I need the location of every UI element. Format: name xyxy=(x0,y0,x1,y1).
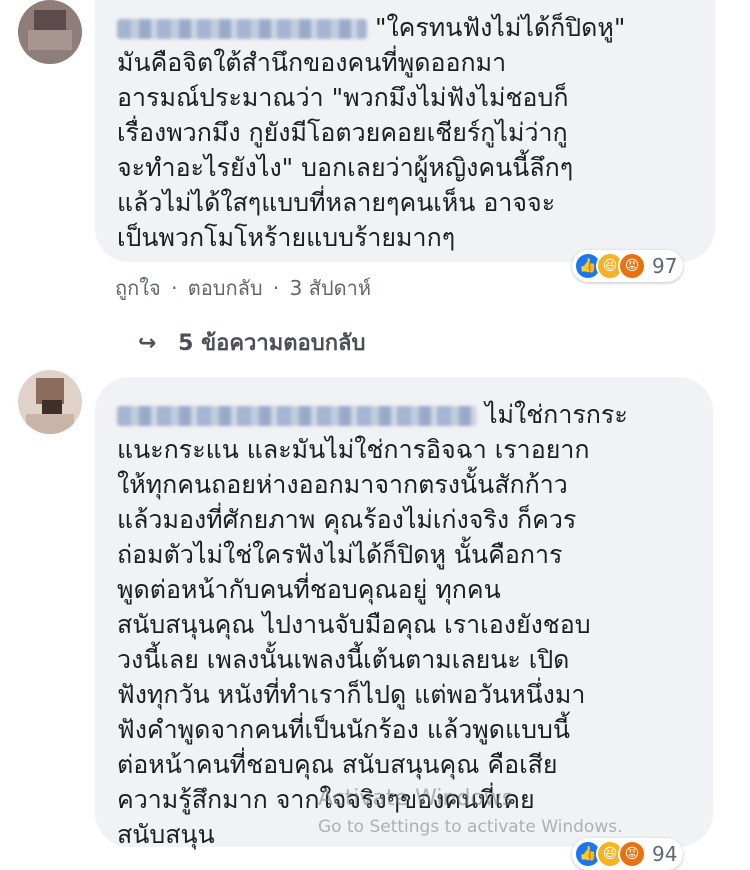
like-link[interactable]: ถูกใจ xyxy=(115,276,161,300)
comment-bubble: "ใครทนฟังไม่ได้ก็ปิดหู" มันคือจิตใต้สำนึ… xyxy=(95,0,715,262)
comment-line: จะทำอะไรยังไง" บอกเลยว่าผู้หญิงคนนี้ลึกๆ xyxy=(117,153,574,182)
reaction-summary[interactable]: 👍 😆 😡 97 xyxy=(572,250,684,282)
watermark-title: Activate Windows xyxy=(318,786,514,811)
reply-arrow-icon: ↪ xyxy=(138,331,157,356)
comment-line: แล้วไม่ได้ใสๆแบบที่หลายๆคนเห็น อาจจะ xyxy=(117,188,556,217)
comment-line: ฟังทุกวัน หนังที่ทำเราก็ไปดู แต่พอวันหนึ… xyxy=(117,680,586,709)
reaction-count: 94 xyxy=(652,842,678,866)
comment-line: อารมณ์ประมาณว่า "พวกมึงไม่ฟังไม่ชอบก็ xyxy=(117,83,569,112)
comment-bubble: ไม่ใช่การกระ แนะกระแน และมันไม่ใช่การอิจ… xyxy=(95,377,713,849)
avatar[interactable] xyxy=(18,370,82,434)
view-replies-link[interactable]: ↪ 5 ข้อความตอบกลับ xyxy=(138,325,366,360)
comment-line: สนับสนุนคุณ ไปงานจับมือคุณ เราเองยังชอบ xyxy=(117,610,591,639)
comment-line: ต่อหน้าคนที่ชอบคุณ สนับสนุนคุณ คือเสีย xyxy=(117,750,558,779)
comment-actions: ถูกใจ · ตอบกลับ · 3 สัปดาห์ xyxy=(115,276,372,300)
reply-link[interactable]: ตอบกลับ xyxy=(188,276,263,300)
timestamp[interactable]: 3 สัปดาห์ xyxy=(290,276,371,300)
reaction-summary[interactable]: 👍 😆 😡 94 xyxy=(572,838,684,870)
quote-text: "ใครทนฟังไม่ได้ก็ปิดหู" xyxy=(374,13,626,42)
angry-reaction-icon: 😡 xyxy=(618,840,646,868)
comment-line: ฟังคำพูดจากคนที่เป็นนักร้อง แล้วพูดแบบนี… xyxy=(117,715,570,744)
comment-line: ถ่อมตัวไม่ใช่ใครฟังไม่ได้ก็ปิดหู นั้นคือ… xyxy=(117,540,563,569)
replies-label: 5 ข้อความตอบกลับ xyxy=(178,331,366,356)
commenter-name[interactable] xyxy=(117,19,367,39)
angry-reaction-icon: 😡 xyxy=(618,252,646,280)
comment-line: แนะกระแน และมันไม่ใช่การอิจฉา เราอยาก xyxy=(117,435,590,464)
comment-line: พูดต่อหน้ากับคนที่ชอบคุณอยู่ ทุกคน xyxy=(117,575,501,604)
comment-line: ไม่ใช่การกระ xyxy=(484,400,628,429)
commenter-name[interactable] xyxy=(117,406,477,426)
comment-line: แล้วมองที่ศักยภาพ คุณร้องไม่เก่งจริง ก็ค… xyxy=(117,505,577,534)
reaction-count: 97 xyxy=(652,254,678,278)
comment-line: วงนี้เลย เพลงนั้นเพลงนี้เต้นตามเลยนะ เปิ… xyxy=(117,645,570,674)
avatar[interactable] xyxy=(18,0,82,64)
comment-line: ให้ทุกคนถอยห่างออกมาจากตรงนั้นสักก้าว xyxy=(117,470,568,499)
comment-line: มันคือจิตใต้สำนึกของคนที่พูดออกมา xyxy=(117,48,507,77)
watermark-subtitle: Go to Settings to activate Windows. xyxy=(318,817,623,837)
comment-line: เรื่องพวกมึง กูยังมีโอตวยคอยเชียร์กูไม่ว… xyxy=(117,118,568,147)
activation-watermark: Activate Windows Go to Settings to activ… xyxy=(318,786,623,837)
